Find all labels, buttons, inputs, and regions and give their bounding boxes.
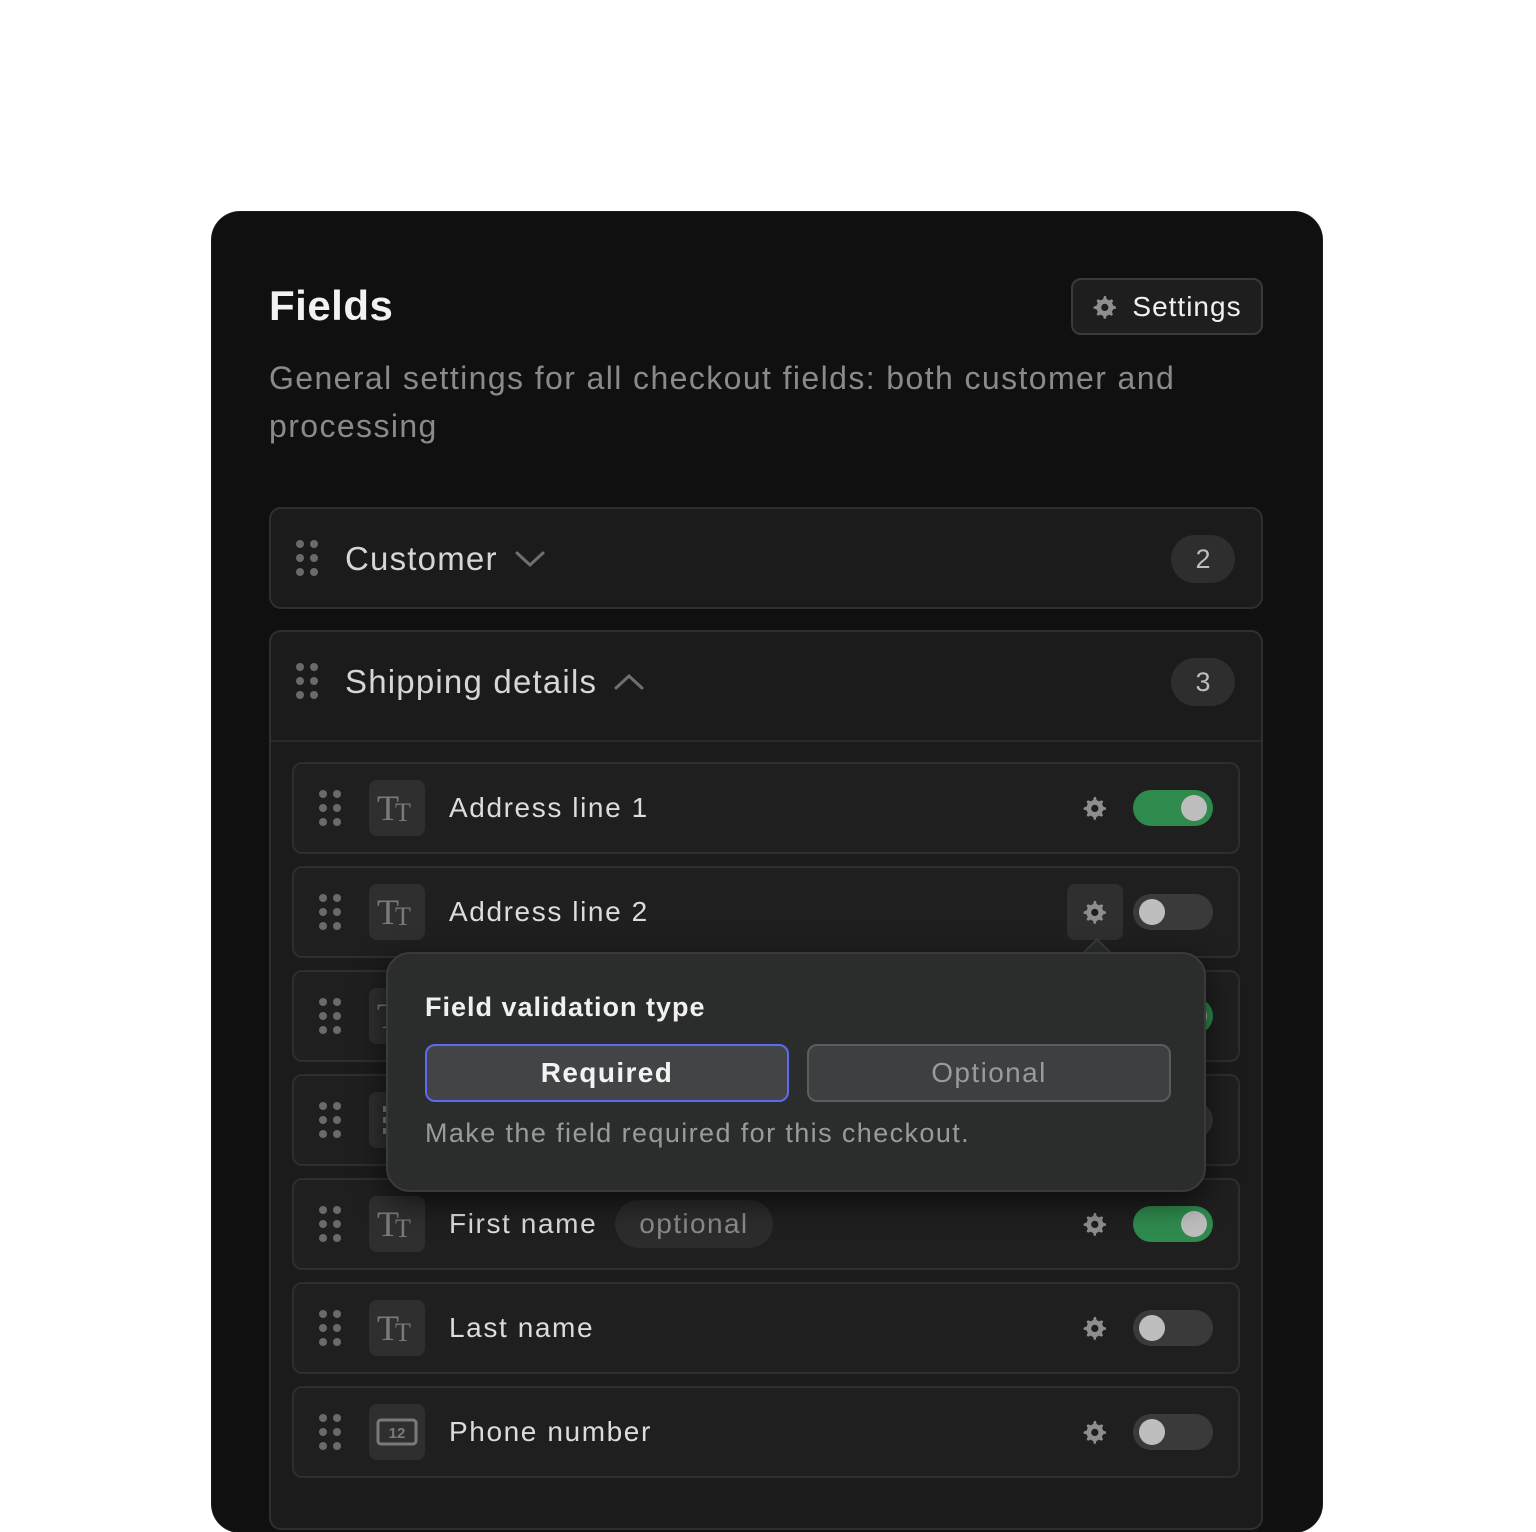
toggle-knob: [1139, 1315, 1165, 1341]
group-divider: [271, 740, 1261, 742]
field-settings-button[interactable]: [1067, 1300, 1123, 1356]
validation-popover: Field validation type Required Optional …: [386, 952, 1206, 1192]
settings-button[interactable]: Settings: [1071, 278, 1263, 335]
field-label: Last name: [449, 1312, 595, 1343]
group-shipping-header[interactable]: Shipping details 3: [271, 632, 1261, 732]
chevron-down-icon[interactable]: [514, 549, 546, 569]
chevron-up-icon[interactable]: [613, 672, 645, 692]
optional-badge: optional: [615, 1200, 773, 1248]
gear-icon: [1083, 1317, 1106, 1340]
field-enabled-toggle[interactable]: [1133, 1310, 1213, 1346]
group-customer-header[interactable]: Customer 2: [271, 509, 1261, 609]
toggle-knob: [1139, 899, 1165, 925]
gear-icon: [1092, 294, 1118, 320]
toggle-knob: [1181, 1211, 1207, 1237]
page-description: General settings for all checkout fields…: [269, 360, 1176, 444]
field-settings-button[interactable]: [1067, 1404, 1123, 1460]
field-row-address-line-1: Address line 1: [292, 762, 1240, 854]
drag-handle-icon[interactable]: [318, 1309, 342, 1347]
field-settings-button[interactable]: [1067, 884, 1123, 940]
gear-icon: [1083, 797, 1106, 820]
drag-handle-icon[interactable]: [295, 539, 319, 577]
text-type-icon: [369, 884, 425, 940]
field-enabled-toggle[interactable]: [1133, 1206, 1213, 1242]
text-type-icon: [369, 1196, 425, 1252]
svg-text:12: 12: [389, 1425, 406, 1442]
field-settings-button[interactable]: [1067, 780, 1123, 836]
group-shipping-count: 3: [1171, 658, 1235, 706]
drag-handle-icon[interactable]: [318, 789, 342, 827]
settings-button-label: Settings: [1132, 290, 1242, 322]
field-label: Address line 2: [449, 896, 649, 927]
drag-handle-icon[interactable]: [318, 997, 342, 1035]
toggle-knob: [1139, 1419, 1165, 1445]
text-type-icon: [369, 1300, 425, 1356]
group-customer: Customer 2: [269, 507, 1263, 609]
field-row-last-name: Last name: [292, 1282, 1240, 1374]
field-enabled-toggle[interactable]: [1133, 790, 1213, 826]
field-label: Phone number: [449, 1416, 652, 1447]
gear-icon: [1083, 1213, 1106, 1236]
group-shipping-title: Shipping details: [345, 663, 598, 700]
gear-icon: [1083, 901, 1106, 924]
popover-description: Make the field required for this checkou…: [425, 1118, 971, 1148]
group-customer-count: 2: [1171, 535, 1235, 583]
gear-icon: [1083, 1421, 1106, 1444]
toggle-knob: [1181, 795, 1207, 821]
field-settings-button[interactable]: [1067, 1196, 1123, 1252]
required-option-button[interactable]: Required: [425, 1044, 789, 1102]
field-row-phone-number: 12 Phone number: [292, 1386, 1240, 1478]
number-type-icon: 12: [369, 1404, 425, 1460]
field-enabled-toggle[interactable]: [1133, 894, 1213, 930]
popover-title: Field validation type: [425, 992, 706, 1022]
field-label: First name: [449, 1208, 598, 1239]
field-label: Address line 1: [449, 792, 649, 823]
text-type-icon: [369, 780, 425, 836]
drag-handle-icon[interactable]: [318, 1413, 342, 1451]
drag-handle-icon[interactable]: [318, 1205, 342, 1243]
group-customer-title: Customer: [345, 540, 498, 577]
optional-option-button[interactable]: Optional: [807, 1044, 1171, 1102]
field-enabled-toggle[interactable]: [1133, 1414, 1213, 1450]
drag-handle-icon[interactable]: [318, 893, 342, 931]
drag-handle-icon[interactable]: [318, 1101, 342, 1139]
drag-handle-icon[interactable]: [295, 662, 319, 700]
page-title: Fields: [269, 282, 394, 329]
